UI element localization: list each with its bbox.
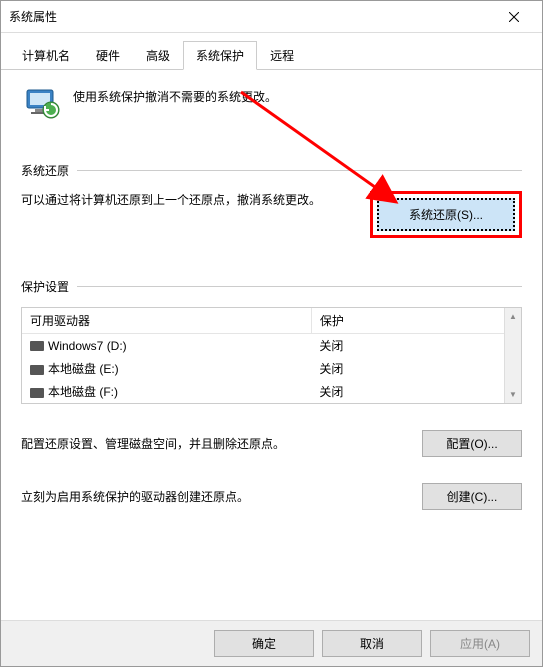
tabs: 计算机名 硬件 高级 系统保护 远程 (1, 33, 542, 70)
column-status[interactable]: 保护 (311, 308, 521, 334)
restore-description: 可以通过将计算机还原到上一个还原点，撤消系统更改。 (21, 191, 350, 210)
drive-name: 本地磁盘 (F:) (48, 385, 118, 399)
table-row[interactable]: Windows7 (D:) 关闭 (22, 334, 521, 358)
drive-status: 关闭 (311, 357, 521, 380)
cancel-button[interactable]: 取消 (322, 630, 422, 657)
titlebar: 系统属性 (1, 1, 542, 33)
window-title: 系统属性 (9, 8, 494, 25)
table-row[interactable]: 本地磁盘 (E:) 关闭 (22, 357, 521, 380)
ok-button[interactable]: 确定 (214, 630, 314, 657)
tab-hardware[interactable]: 硬件 (83, 41, 133, 70)
create-row: 立刻为启用系统保护的驱动器创建还原点。 创建(C)... (21, 483, 522, 510)
config-row: 配置还原设置、管理磁盘空间，并且删除还原点。 配置(O)... (21, 430, 522, 457)
drive-status: 关闭 (311, 380, 521, 403)
intro-text: 使用系统保护撤消不需要的系统更改。 (73, 82, 277, 105)
column-drive[interactable]: 可用驱动器 (22, 308, 311, 334)
apply-button[interactable]: 应用(A) (430, 630, 530, 657)
scroll-down-icon[interactable]: ▼ (505, 386, 521, 403)
drive-name: Windows7 (D:) (48, 339, 127, 353)
intro-row: 使用系统保护撤消不需要的系统更改。 (21, 82, 522, 122)
create-button[interactable]: 创建(C)... (422, 483, 522, 510)
section-protection-header: 保护设置 (21, 278, 522, 295)
drive-table: 可用驱动器 保护 Windows7 (D:) 关闭 本地磁盘 (E:) 关闭 本… (22, 308, 521, 403)
configure-button[interactable]: 配置(O)... (422, 430, 522, 457)
footer-bar: 确定 取消 应用(A) (1, 620, 542, 666)
tab-remote[interactable]: 远程 (257, 41, 307, 70)
drive-icon (30, 388, 44, 398)
tab-system-protection[interactable]: 系统保护 (183, 41, 257, 70)
section-protection-title: 保护设置 (21, 278, 77, 295)
close-icon (509, 12, 519, 22)
highlight-box: 系统还原(S)... (370, 191, 522, 238)
section-restore-header: 系统还原 (21, 162, 522, 179)
divider (77, 170, 522, 171)
drive-icon (30, 365, 44, 375)
divider (77, 286, 522, 287)
create-text: 立刻为启用系统保护的驱动器创建还原点。 (21, 488, 402, 505)
scrollbar[interactable]: ▲ ▼ (504, 308, 521, 403)
tab-advanced[interactable]: 高级 (133, 41, 183, 70)
system-restore-button[interactable]: 系统还原(S)... (377, 198, 515, 231)
section-restore-title: 系统还原 (21, 162, 77, 179)
config-text: 配置还原设置、管理磁盘空间，并且删除还原点。 (21, 435, 402, 452)
close-button[interactable] (494, 2, 534, 32)
drive-status: 关闭 (311, 334, 521, 358)
table-row[interactable]: 本地磁盘 (F:) 关闭 (22, 380, 521, 403)
drive-name: 本地磁盘 (E:) (48, 362, 119, 376)
drive-list-box: 可用驱动器 保护 Windows7 (D:) 关闭 本地磁盘 (E:) 关闭 本… (21, 307, 522, 404)
restore-row: 可以通过将计算机还原到上一个还原点，撤消系统更改。 系统还原(S)... (21, 191, 522, 238)
drive-icon (30, 341, 44, 351)
content-area: 使用系统保护撤消不需要的系统更改。 系统还原 可以通过将计算机还原到上一个还原点… (1, 70, 542, 510)
scroll-up-icon[interactable]: ▲ (505, 308, 521, 325)
system-protection-icon (21, 82, 61, 122)
tab-computer-name[interactable]: 计算机名 (9, 41, 83, 70)
